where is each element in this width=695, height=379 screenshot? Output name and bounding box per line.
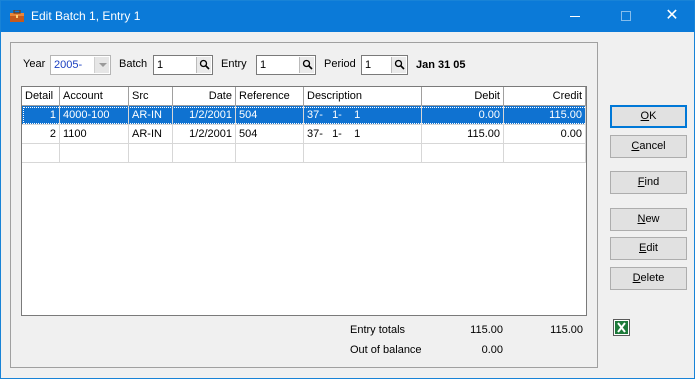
edit-button[interactable]: Edit bbox=[610, 237, 687, 260]
empty-row[interactable] bbox=[22, 144, 586, 163]
entry-totals-label: Entry totals bbox=[350, 324, 406, 336]
maximize-icon bbox=[621, 11, 631, 21]
cell-src: AR-IN bbox=[129, 125, 173, 144]
entry-field[interactable]: 1 bbox=[256, 55, 316, 75]
cell-date: 1/2/2001 bbox=[173, 125, 236, 144]
ok-hotkey: O bbox=[640, 110, 650, 122]
title-bar[interactable]: Edit Batch 1, Entry 1 ✕ bbox=[1, 1, 694, 32]
entry-panel: Year 2005- Batch 1 Entry 1 Period 1 Jan … bbox=[10, 42, 598, 368]
delete-hotkey: D bbox=[632, 272, 641, 284]
new-label: ew bbox=[645, 213, 660, 225]
batch-value: 1 bbox=[157, 59, 164, 71]
delete-button[interactable]: Delete bbox=[610, 267, 687, 290]
briefcase-icon bbox=[10, 10, 24, 22]
grid-header: Detail Account Src Date Reference Descri… bbox=[22, 87, 586, 106]
chevron-down-icon[interactable] bbox=[94, 57, 109, 73]
delete-label: elete bbox=[640, 272, 665, 284]
cell-empty bbox=[129, 144, 173, 163]
cell-empty bbox=[60, 144, 129, 163]
ok-label: K bbox=[649, 110, 657, 122]
period-label: Period bbox=[324, 58, 356, 70]
cell-date: 1/2/2001 bbox=[173, 106, 236, 125]
excel-icon[interactable] bbox=[613, 319, 630, 336]
find-button[interactable]: Find bbox=[610, 171, 687, 194]
year-select[interactable]: 2005- bbox=[50, 55, 111, 75]
cell-reference: 504 bbox=[236, 125, 304, 144]
col-header-reference[interactable]: Reference bbox=[236, 87, 304, 106]
entry-total-credit: 115.00 bbox=[550, 324, 583, 336]
magnifier-icon bbox=[394, 59, 405, 70]
cell-empty bbox=[236, 144, 304, 163]
cell-credit: 115.00 bbox=[504, 106, 586, 125]
ok-button[interactable]: OK bbox=[610, 105, 687, 128]
minimize-icon bbox=[570, 16, 580, 17]
entry-total-debit: 115.00 bbox=[470, 324, 503, 336]
cell-detail: 1 bbox=[22, 106, 60, 125]
table-row[interactable]: 1 4000-100 AR-IN 1/2/2001 504 37- 1- 1 0… bbox=[22, 106, 586, 125]
period-value: 1 bbox=[365, 59, 372, 71]
col-header-account[interactable]: Account bbox=[60, 87, 129, 106]
magnifier-icon bbox=[199, 59, 210, 70]
minimize-button[interactable] bbox=[552, 1, 598, 32]
cell-credit: 0.00 bbox=[504, 125, 586, 144]
col-header-date[interactable]: Date bbox=[173, 87, 236, 106]
cell-empty bbox=[173, 144, 236, 163]
new-button[interactable]: New bbox=[610, 208, 687, 231]
cell-account: 1100 bbox=[60, 125, 129, 144]
cell-empty bbox=[22, 144, 60, 163]
col-header-src[interactable]: Src bbox=[129, 87, 173, 106]
entry-value: 1 bbox=[260, 59, 267, 71]
cancel-label: ancel bbox=[639, 140, 666, 152]
col-header-description[interactable]: Description bbox=[304, 87, 422, 106]
year-label: Year bbox=[23, 58, 46, 70]
entry-detail-grid[interactable]: Detail Account Src Date Reference Descri… bbox=[21, 86, 587, 316]
cell-empty bbox=[304, 144, 422, 163]
cell-detail: 2 bbox=[22, 125, 60, 144]
period-field[interactable]: 1 bbox=[361, 55, 408, 75]
batch-lookup-icon[interactable] bbox=[196, 57, 211, 73]
maximize-button[interactable] bbox=[603, 1, 649, 32]
cell-account: 4000-100 bbox=[60, 106, 129, 125]
col-header-debit[interactable]: Debit bbox=[422, 87, 504, 106]
table-row[interactable]: 2 1100 AR-IN 1/2/2001 504 37- 1- 1 115.0… bbox=[22, 125, 586, 144]
batch-field[interactable]: 1 bbox=[153, 55, 213, 75]
col-header-detail[interactable]: Detail bbox=[22, 87, 60, 106]
cell-debit: 0.00 bbox=[422, 106, 504, 125]
out-of-balance-label: Out of balance bbox=[350, 344, 422, 356]
entry-label: Entry bbox=[221, 58, 247, 70]
close-icon: ✕ bbox=[665, 7, 679, 24]
cell-description: 37- 1- 1 bbox=[304, 106, 422, 125]
cell-empty bbox=[504, 144, 586, 163]
cell-src: AR-IN bbox=[129, 106, 173, 125]
batch-label: Batch bbox=[119, 58, 148, 70]
cancel-button[interactable]: Cancel bbox=[610, 135, 687, 158]
cell-reference: 504 bbox=[236, 106, 304, 125]
cell-debit: 115.00 bbox=[422, 125, 504, 144]
find-hotkey: F bbox=[637, 176, 645, 188]
close-button[interactable]: ✕ bbox=[649, 1, 695, 32]
cell-description: 37- 1- 1 bbox=[304, 125, 422, 144]
period-date: Jan 31 05 bbox=[416, 59, 466, 71]
find-label: ind bbox=[644, 176, 660, 188]
cell-empty bbox=[422, 144, 504, 163]
out-of-balance-value: 0.00 bbox=[481, 344, 503, 356]
window-title: Edit Batch 1, Entry 1 bbox=[31, 9, 141, 23]
period-lookup-icon[interactable] bbox=[391, 57, 406, 73]
magnifier-icon bbox=[302, 59, 313, 70]
col-header-credit[interactable]: Credit bbox=[504, 87, 586, 106]
entry-lookup-icon[interactable] bbox=[299, 57, 314, 73]
edit-batch-window: Edit Batch 1, Entry 1 ✕ Year 2005- Batch… bbox=[0, 0, 695, 379]
year-value: 2005- bbox=[54, 59, 83, 71]
edit-label: dit bbox=[646, 242, 658, 254]
